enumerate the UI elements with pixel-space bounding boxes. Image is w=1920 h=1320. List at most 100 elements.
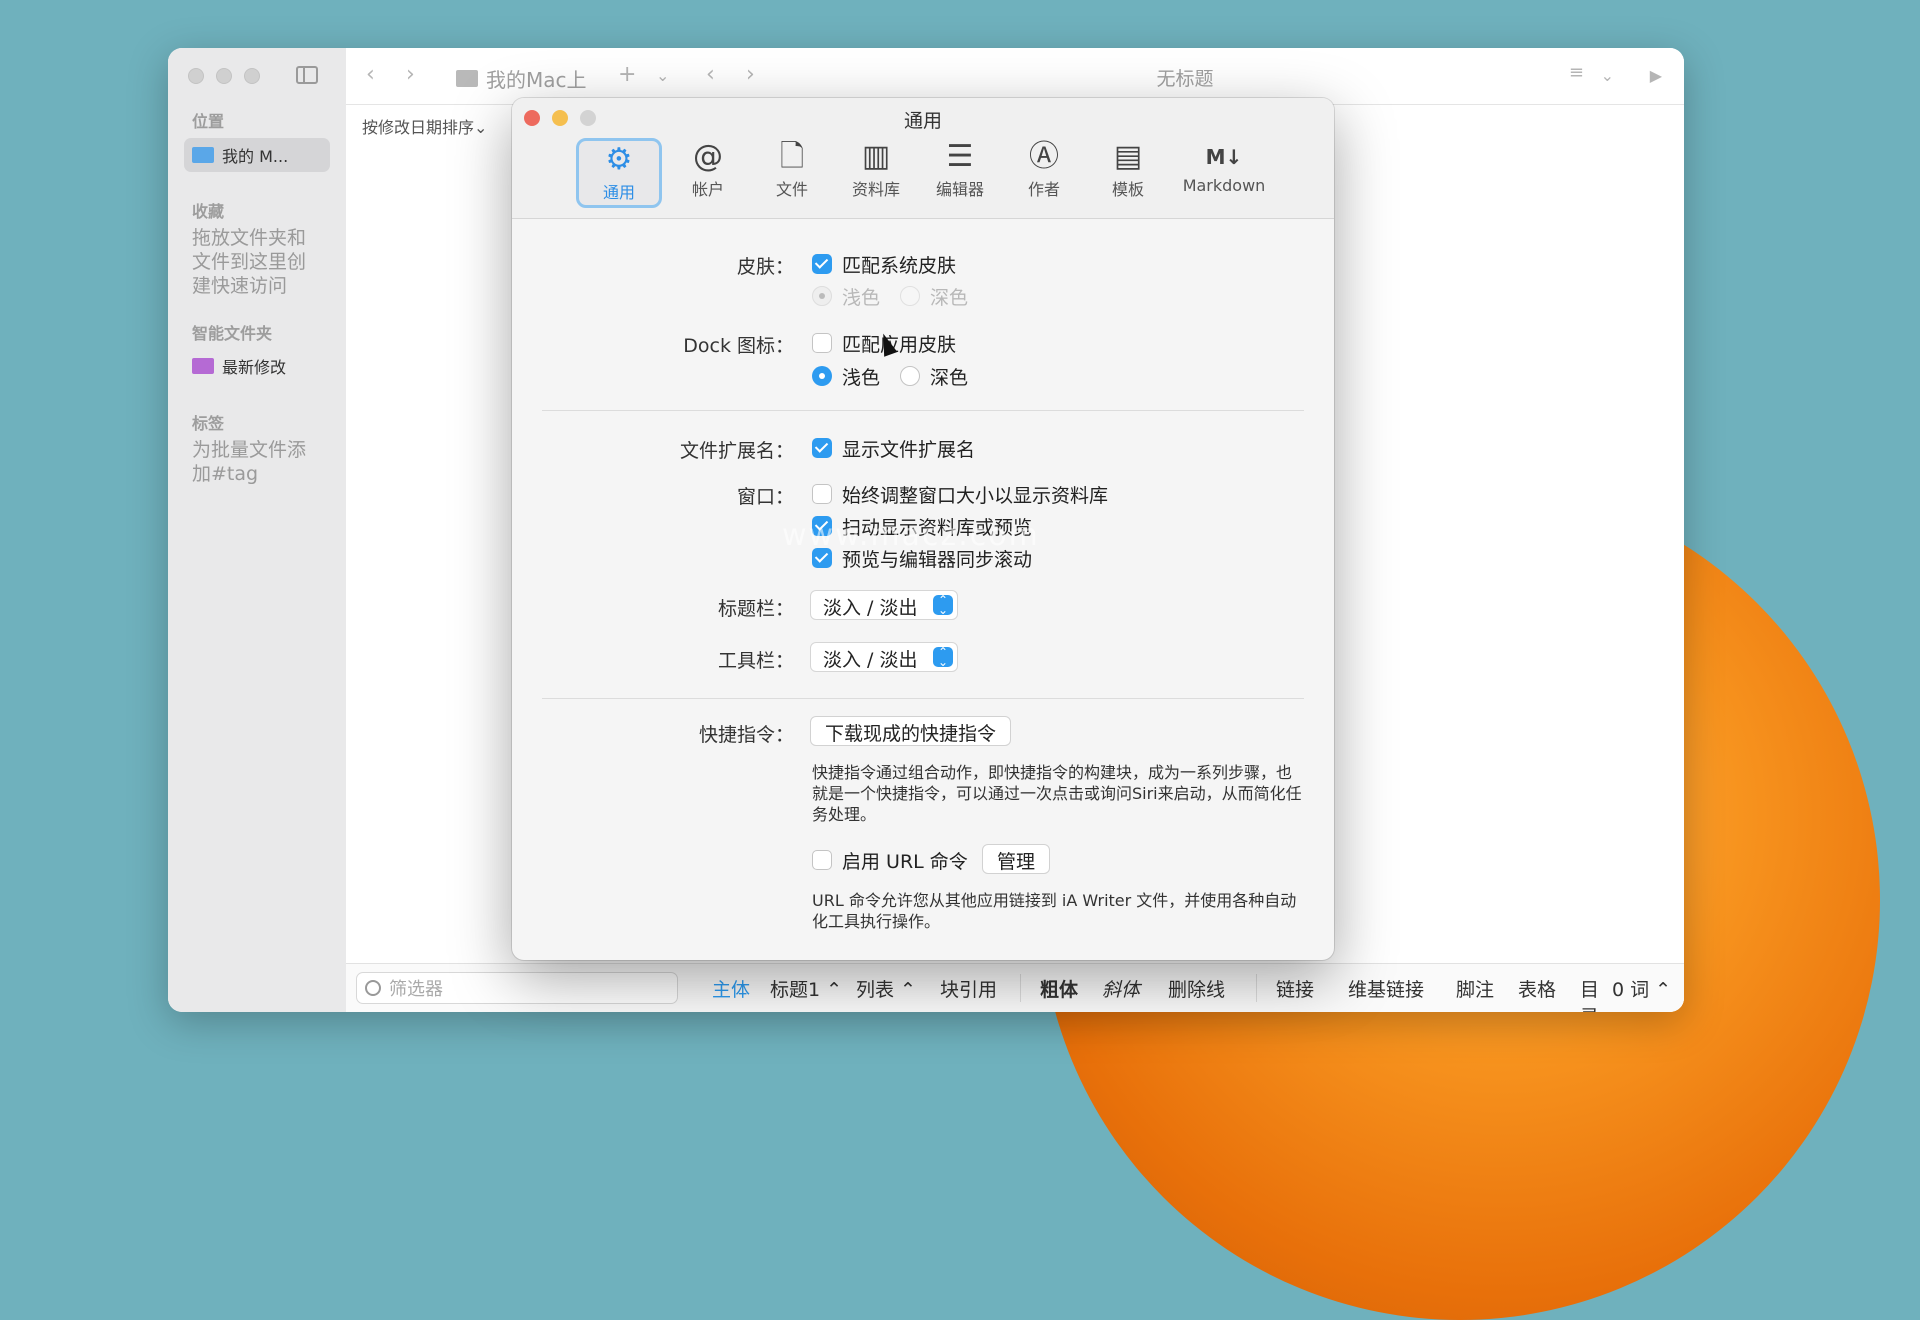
preferences-toolbar: 通用 ⚙ 通用 @ 帐户 🗋 文件 ▥ 资料库 ☰ 编辑器 Ⓐ 作者 ▤ 模板: [512, 98, 1334, 219]
format-italic[interactable]: 斜体: [1102, 975, 1140, 1002]
resize-window-label: 始终调整窗口大小以显示资料库: [842, 485, 1109, 507]
minimize-button[interactable]: [216, 68, 232, 84]
window-label: 窗口：: [736, 486, 794, 508]
section-divider: [542, 410, 1304, 411]
manage-button[interactable]: 管理: [982, 844, 1051, 874]
tags-hint: 为批量文件添加#tag: [192, 439, 307, 485]
match-app-skin-checkbox[interactable]: [812, 333, 832, 353]
resize-window-checkbox[interactable]: [812, 484, 832, 504]
format-body[interactable]: 主体: [712, 975, 750, 1002]
watermark: www.macz.com: [782, 518, 1040, 553]
location-label: 我的Mac上: [486, 68, 587, 92]
match-app-skin-label: 匹配应用皮肤: [842, 334, 957, 356]
skin-dark-label: 深色: [930, 287, 969, 309]
preferences-dialog: 通用 ⚙ 通用 @ 帐户 🗋 文件 ▥ 资料库 ☰ 编辑器 Ⓐ 作者 ▤ 模板: [512, 98, 1334, 960]
section-divider: [542, 698, 1304, 699]
outline-icon[interactable]: ≡: [1569, 62, 1584, 83]
section-smart-folders: 智能文件夹: [192, 324, 273, 343]
tab-label: 编辑器: [935, 180, 984, 199]
chevron-down-icon[interactable]: ⌄: [1601, 66, 1614, 85]
file-add-icon: 🗋: [779, 139, 805, 174]
forward-icon[interactable]: ›: [406, 62, 415, 87]
show-extension-label: 显示文件扩展名: [842, 439, 976, 461]
author-icon: Ⓐ: [1029, 139, 1059, 174]
format-wikilink[interactable]: 维基链接: [1348, 975, 1424, 1002]
sidebar-toggle-icon[interactable]: [296, 66, 318, 84]
tab-account[interactable]: @ 帐户: [670, 138, 746, 208]
stepper-arrows-icon: ⌃ ⌄: [933, 594, 953, 616]
editor-toolbar: ‹ › 无标题 ≡ ⌄ ▶: [686, 48, 1684, 105]
gear-icon: ⚙: [605, 142, 633, 177]
format-footnote[interactable]: 脚注: [1456, 975, 1494, 1002]
tab-label: 通用: [602, 183, 635, 202]
folder-icon: [456, 70, 478, 87]
tab-files[interactable]: 🗋 文件: [754, 138, 830, 208]
sidebar-item-label: 最新修改: [222, 358, 287, 377]
enable-url-checkbox[interactable]: [812, 850, 832, 870]
dock-light-radio[interactable]: [812, 366, 832, 386]
tab-library[interactable]: ▥ 资料库: [838, 138, 914, 208]
skin-dark-radio: [900, 286, 920, 306]
close-button[interactable]: [188, 68, 204, 84]
tab-author[interactable]: Ⓐ 作者: [1006, 138, 1082, 208]
tab-label: 作者: [1027, 180, 1060, 199]
back-icon[interactable]: ‹: [366, 62, 375, 87]
tab-markdown[interactable]: M↓ Markdown: [1174, 138, 1274, 208]
location-button[interactable]: 我的Mac上: [456, 64, 587, 93]
divider: [1256, 974, 1257, 1002]
format-strikethrough[interactable]: 删除线: [1168, 975, 1225, 1002]
format-toc[interactable]: 目录: [1580, 975, 1606, 1012]
add-icon[interactable]: +: [618, 62, 636, 87]
tab-label: Markdown: [1182, 176, 1266, 195]
match-system-skin-checkbox[interactable]: [812, 254, 832, 274]
sidebar-item-recent[interactable]: 最新修改: [192, 354, 286, 378]
tab-general[interactable]: ⚙ 通用: [576, 138, 662, 208]
tab-label: 模板: [1111, 180, 1144, 199]
tab-label: 资料库: [851, 180, 900, 199]
format-link[interactable]: 链接: [1276, 975, 1314, 1002]
sidebar-item-mymac[interactable]: 我的 M...: [184, 138, 330, 172]
sidebar-item-label: 我的 M...: [222, 147, 289, 166]
chevron-down-icon[interactable]: ⌄: [656, 66, 669, 85]
dock-dark-label: 深色: [930, 367, 969, 389]
template-icon: ▤: [1113, 139, 1143, 174]
download-shortcuts-button[interactable]: 下载现成的快捷指令: [810, 716, 1012, 746]
shortcuts-description: 快捷指令通过组合动作，即快捷指令的构建块，成为一系列步骤，也就是一个快捷指令，可…: [812, 763, 1302, 824]
tab-templates[interactable]: ▤ 模板: [1090, 138, 1166, 208]
smart-folder-icon: [192, 358, 214, 374]
toolbar-value: 淡入 / 淡出: [823, 649, 918, 671]
folder-icon: [192, 147, 214, 163]
skin-light-label: 浅色: [842, 287, 881, 309]
format-list[interactable]: 列表 ⌃: [856, 975, 916, 1002]
toolbar-select[interactable]: 淡入 / 淡出 ⌃ ⌄: [810, 642, 958, 672]
format-bar: 筛选器 主体 标题1 ⌃ 列表 ⌃ 块引用 粗体 斜体 删除线 链接 维基链接 …: [346, 963, 1684, 1012]
tab-editor[interactable]: ☰ 编辑器: [922, 138, 998, 208]
format-blockquote[interactable]: 块引用: [940, 975, 997, 1002]
word-count[interactable]: 0 词 ⌃: [1612, 975, 1671, 1002]
format-heading[interactable]: 标题1 ⌃: [770, 975, 842, 1002]
url-description: URL 命令允许您从其他应用链接到 iA Writer 文件，并使用各种自动化工…: [812, 891, 1297, 931]
dialog-title: 通用: [903, 110, 942, 132]
dock-light-label: 浅色: [842, 367, 881, 389]
sort-button[interactable]: 按修改日期排序⌄: [362, 114, 487, 138]
markdown-icon: M↓: [1205, 145, 1243, 169]
filter-input[interactable]: 筛选器: [356, 972, 678, 1004]
at-icon: @: [693, 139, 723, 174]
preview-play-icon[interactable]: ▶: [1650, 66, 1662, 85]
format-table[interactable]: 表格: [1518, 975, 1556, 1002]
section-favorites: 收藏: [192, 202, 225, 221]
section-location: 位置: [192, 112, 225, 131]
section-tags: 标签: [192, 414, 225, 433]
sidebar: 位置 我的 M... 收藏 拖放文件夹和文件到这里创建快速访问 智能文件夹 最新…: [168, 48, 347, 1012]
match-system-skin-label: 匹配系统皮肤: [842, 255, 957, 277]
dock-dark-radio[interactable]: [900, 366, 920, 386]
zoom-button[interactable]: [244, 68, 260, 84]
tab-label: 帐户: [691, 180, 724, 199]
format-bold[interactable]: 粗体: [1040, 975, 1078, 1002]
favorites-hint: 拖放文件夹和文件到这里创建快速访问: [192, 227, 307, 297]
titlebar-select[interactable]: 淡入 / 淡出 ⌃ ⌄: [810, 590, 958, 620]
show-extension-checkbox[interactable]: [812, 438, 832, 458]
tab-label: 文件: [775, 180, 808, 199]
stepper-arrows-icon: ⌃ ⌄: [933, 646, 953, 668]
file-list-toolbar: ‹ › 我的Mac上 + ⌄: [346, 48, 686, 105]
